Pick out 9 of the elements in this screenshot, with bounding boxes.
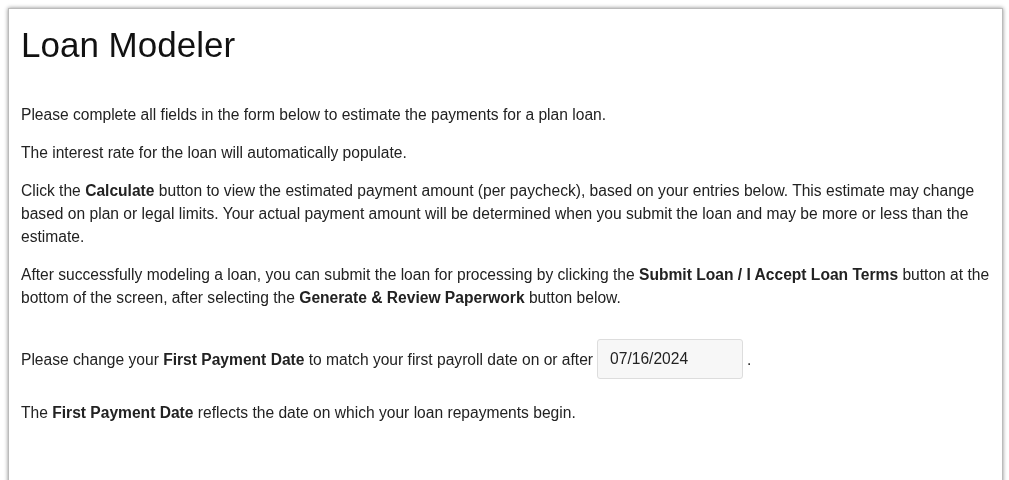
- note-text: The First Payment Date reflects the date on which your loan repayments begin.: [21, 403, 577, 423]
- instruction-text: Please complete all fields in the form below to estimate the payments for a plan loan.: [21, 105, 608, 125]
- page-title: Loan Modeler: [21, 24, 237, 66]
- instruction-text: Please change your First Payment Date to match your first payroll date on or after: [21, 349, 594, 370]
- instruction-text: The interest rate for the loan will automatically populate.: [21, 143, 408, 163]
- date-field[interactable]: 07/16/2024: [597, 339, 744, 379]
- instruction-text: After successfully modeling a loan, you can submit the loan for processing by clicking the Submit Loan / I Accept Loan Terms button at the bottom of the screen, after selecting the Generate & Review Paperwork button below.: [21, 265, 990, 308]
- period-text: .: [747, 349, 752, 370]
- instruction-text: Click the Calculate button to view the estimated payment amount (per paycheck), based on your entries below. This estimate may change based on plan or legal limits. Your actual payment amount will be determined when you submit the loan and may be more or less than the estimate.: [21, 181, 976, 247]
